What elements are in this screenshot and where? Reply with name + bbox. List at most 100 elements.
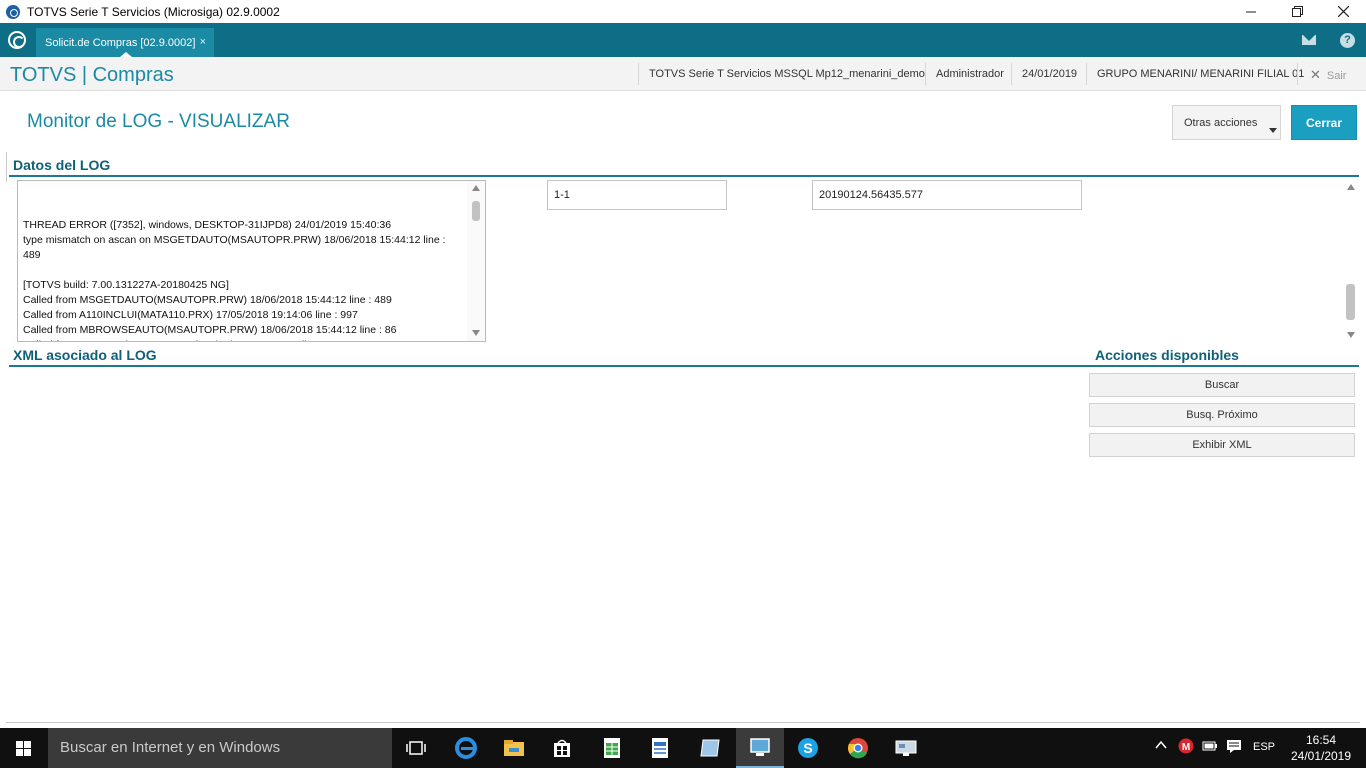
datos-log-title: Datos del LOG bbox=[13, 157, 111, 173]
windows-logo-icon bbox=[24, 749, 31, 756]
totvs-app-icon bbox=[6, 4, 20, 19]
log-line: Called from MSGETDAUTO(MSAUTOPR.PRW) 18/… bbox=[23, 294, 392, 306]
header-divider bbox=[1086, 63, 1087, 85]
otras-acciones-label: Otras acciones bbox=[1184, 116, 1258, 129]
scroll-up-icon[interactable] bbox=[472, 185, 480, 191]
header-divider bbox=[925, 63, 926, 85]
scroll-thumb[interactable] bbox=[1346, 284, 1355, 320]
page-header: Monitor de LOG - VISUALIZAR Otras accion… bbox=[8, 92, 1358, 152]
exit-button[interactable]: ✕ Sair bbox=[1310, 67, 1346, 83]
scroll-down-icon[interactable] bbox=[472, 330, 480, 336]
exit-icon: ✕ bbox=[1310, 67, 1321, 82]
spreadsheet-icon bbox=[604, 738, 620, 758]
maximize-button[interactable] bbox=[1274, 0, 1320, 23]
file-explorer-icon[interactable] bbox=[490, 728, 538, 768]
user-label[interactable]: Administrador bbox=[936, 68, 1004, 80]
scroll-down-icon[interactable] bbox=[1347, 332, 1355, 338]
help-icon[interactable]: ? bbox=[1340, 33, 1355, 48]
chrome-icon bbox=[848, 738, 868, 759]
busq-proximo-button[interactable]: Busq. Próximo bbox=[1089, 403, 1355, 427]
xml-log-title: XML asociado al LOG bbox=[13, 347, 157, 363]
minimize-button[interactable] bbox=[1228, 0, 1274, 23]
notification-icon[interactable] bbox=[1226, 738, 1242, 757]
log-line: Called from MBROWSEAUTO(MSAUTOPR.PRW) 18… bbox=[23, 324, 397, 336]
remote-desktop-icon bbox=[895, 740, 917, 756]
skype-icon[interactable]: S bbox=[784, 728, 832, 768]
start-button[interactable] bbox=[0, 728, 48, 768]
datos-log-divider bbox=[9, 175, 1359, 177]
page-title: Monitor de LOG - VISUALIZAR bbox=[27, 111, 290, 132]
mega-icon[interactable]: M bbox=[1178, 738, 1194, 757]
buscar-button[interactable]: Buscar bbox=[1089, 373, 1355, 397]
home-icon[interactable] bbox=[8, 31, 26, 49]
window-title: TOTVS Serie T Servicios (Microsiga) 02.9… bbox=[27, 4, 280, 19]
scroll-thumb[interactable] bbox=[472, 201, 480, 221]
battery-icon bbox=[1202, 741, 1217, 751]
task-view-icon bbox=[406, 741, 426, 755]
tab-bar: Solicit.de Compras [02.9.0002] × ? bbox=[0, 23, 1366, 57]
windows-taskbar: Buscar en Internet y en Windows S M ESP … bbox=[0, 728, 1366, 768]
notes-icon bbox=[700, 739, 720, 757]
totvs-app-icon[interactable] bbox=[736, 728, 784, 768]
tab-close-icon[interactable]: × bbox=[200, 36, 206, 48]
writer-icon[interactable] bbox=[636, 728, 684, 768]
header-divider bbox=[1297, 63, 1298, 85]
windows-logo-icon bbox=[16, 749, 23, 756]
window-controls bbox=[1228, 0, 1366, 23]
edge-icon bbox=[455, 737, 477, 759]
company-label[interactable]: GRUPO MENARINI/ MENARINI FILIAL 01 bbox=[1097, 68, 1304, 80]
chevron-down-icon bbox=[1269, 128, 1277, 133]
acciones-title: Acciones disponibles bbox=[1095, 347, 1239, 363]
log-line: Called from MATA110(MATA110.PRX) 17/05/2… bbox=[23, 338, 463, 341]
close-icon bbox=[1337, 6, 1349, 17]
chevron-up-icon bbox=[1155, 740, 1167, 749]
notification-icon bbox=[1227, 740, 1241, 753]
environment-label: TOTVS Serie T Servicios MSSQL Mp12_menar… bbox=[649, 68, 925, 80]
battery-icon[interactable] bbox=[1202, 740, 1218, 755]
acciones-divider bbox=[1089, 365, 1359, 367]
app-header: TOTVS | Compras TOTVS Serie T Servicios … bbox=[0, 57, 1366, 91]
maximize-icon bbox=[1291, 6, 1303, 17]
tray-chevron-up-icon[interactable] bbox=[1155, 737, 1167, 756]
log-line: THREAD ERROR ([7352], windows, DESKTOP-3… bbox=[23, 219, 392, 231]
tab-label: Solicit.de Compras [02.9.0002] bbox=[45, 36, 196, 49]
xml-log-divider bbox=[9, 365, 1089, 367]
taskbar-clock[interactable]: 16:54 24/01/2019 bbox=[1288, 732, 1354, 764]
close-window-button[interactable] bbox=[1320, 0, 1366, 23]
header-divider bbox=[638, 63, 639, 85]
log-sequence-field[interactable]: 1-1 bbox=[547, 180, 727, 210]
task-view-icon[interactable] bbox=[392, 728, 440, 768]
remote-desktop-icon[interactable] bbox=[882, 728, 930, 768]
otras-acciones-button[interactable]: Otras acciones bbox=[1172, 105, 1281, 140]
notes-icon[interactable] bbox=[686, 728, 734, 768]
edge-icon[interactable] bbox=[442, 728, 490, 768]
log-line: Called from A110INCLUI(MATA110.PRX) 17/0… bbox=[23, 309, 358, 321]
page-scrollbar[interactable] bbox=[1343, 180, 1359, 342]
svg-text:S: S bbox=[803, 740, 812, 756]
log-line: type mismatch on ascan on MSGETDAUTO(MSA… bbox=[23, 234, 446, 246]
windows-logo-icon bbox=[16, 741, 23, 748]
taskbar-search-input[interactable]: Buscar en Internet y en Windows bbox=[48, 728, 392, 768]
file-explorer-icon bbox=[504, 740, 524, 756]
clock-date: 24/01/2019 bbox=[1290, 749, 1352, 763]
date-label[interactable]: 24/01/2019 bbox=[1022, 68, 1077, 80]
exit-label: Sair bbox=[1326, 70, 1347, 82]
app-brand: TOTVS | Compras bbox=[10, 64, 174, 86]
clock-time: 16:54 bbox=[1305, 733, 1337, 747]
exhibir-xml-button[interactable]: Exhibir XML bbox=[1089, 433, 1355, 457]
mega-icon: M bbox=[1178, 738, 1194, 754]
log-text: THREAD ERROR ([7352], windows, DESKTOP-3… bbox=[23, 218, 463, 341]
log-textarea[interactable]: THREAD ERROR ([7352], windows, DESKTOP-3… bbox=[17, 180, 486, 342]
language-indicator[interactable]: ESP bbox=[1253, 741, 1275, 753]
store-icon bbox=[554, 739, 570, 757]
log-scrollbar[interactable] bbox=[467, 181, 485, 341]
cerrar-button[interactable]: Cerrar bbox=[1291, 105, 1357, 140]
chrome-icon[interactable] bbox=[834, 728, 882, 768]
spreadsheet-icon[interactable] bbox=[588, 728, 636, 768]
scroll-up-icon[interactable] bbox=[1347, 184, 1355, 190]
totvs-app-icon bbox=[750, 738, 770, 756]
mail-icon[interactable] bbox=[1302, 35, 1316, 45]
store-icon[interactable] bbox=[538, 728, 586, 768]
log-id-field[interactable]: 20190124.56435.577 bbox=[812, 180, 1082, 210]
